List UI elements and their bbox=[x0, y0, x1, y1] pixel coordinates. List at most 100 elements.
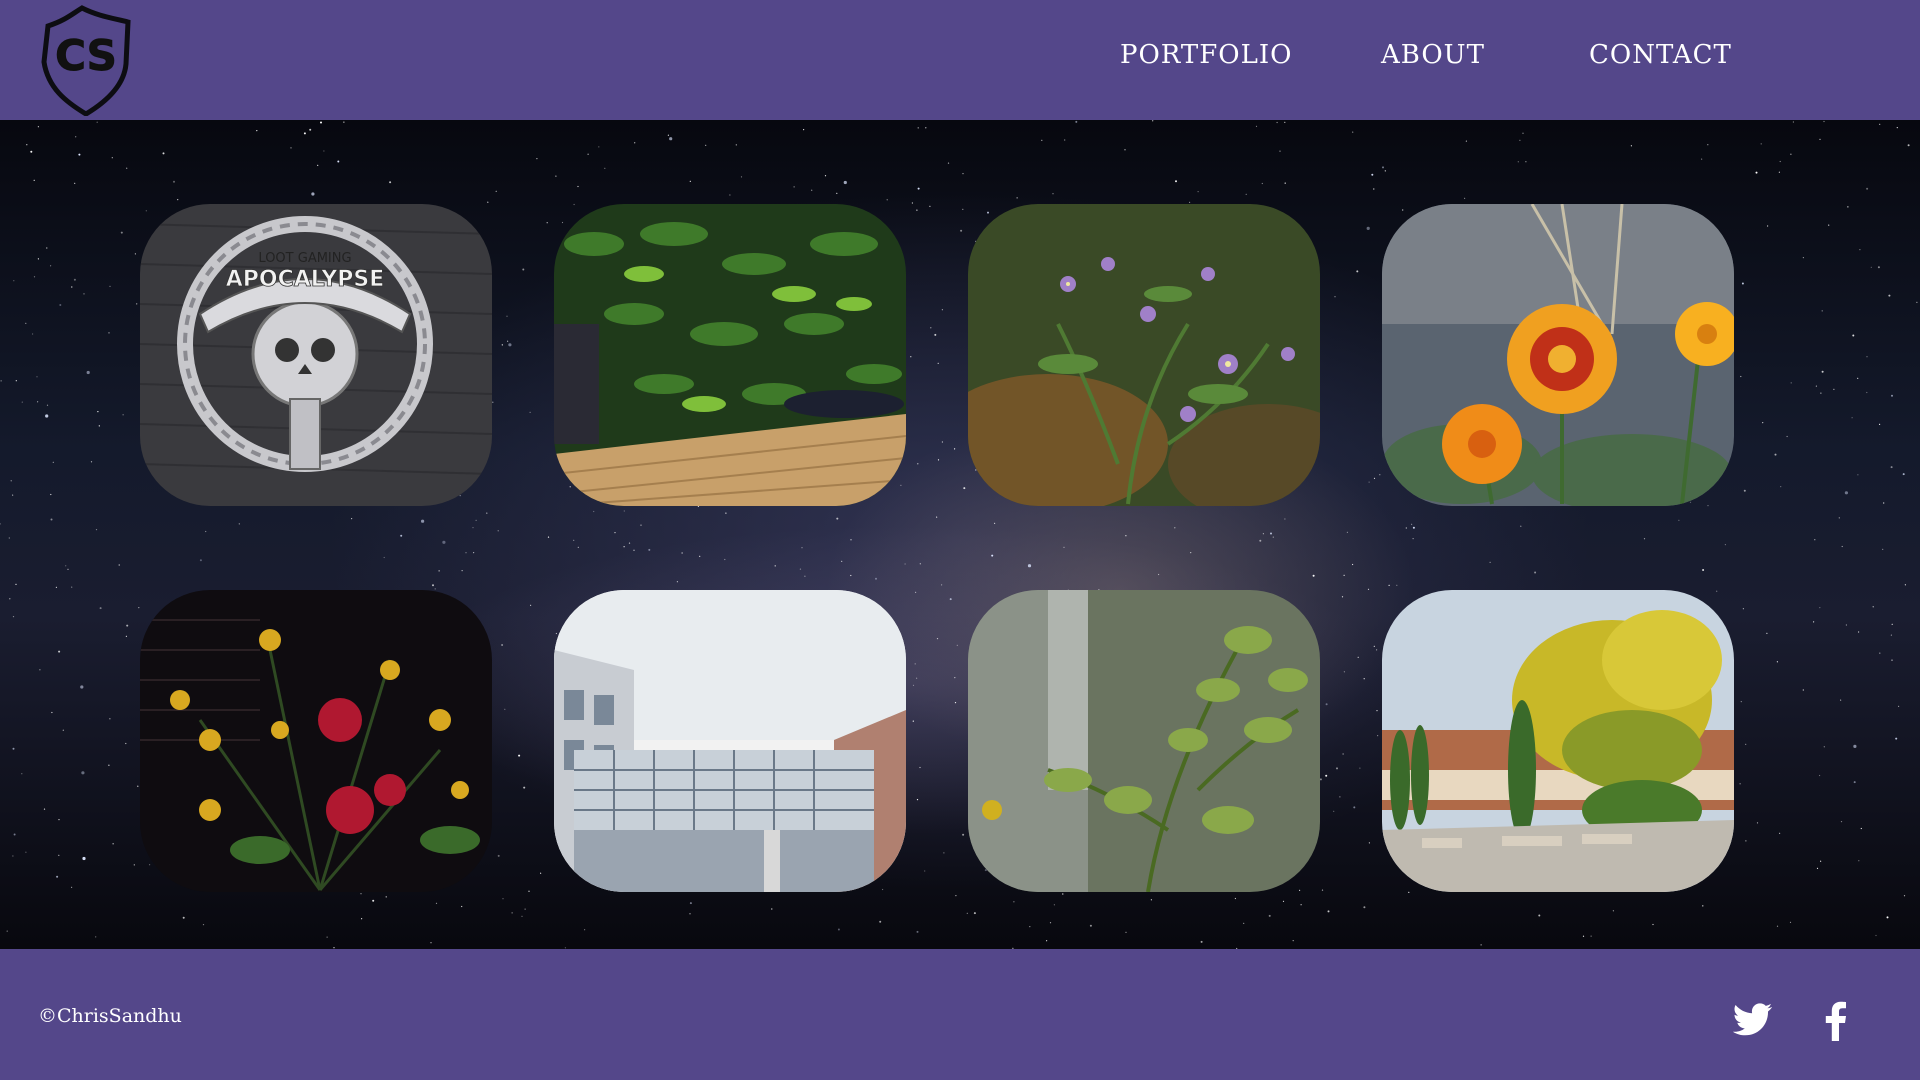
star bbox=[1363, 678, 1365, 680]
star bbox=[361, 918, 363, 920]
star bbox=[1272, 536, 1274, 538]
star bbox=[1125, 535, 1127, 537]
star bbox=[1678, 519, 1680, 521]
star bbox=[1041, 139, 1043, 141]
star bbox=[309, 128, 312, 131]
gallery-tile-skywalk[interactable] bbox=[554, 590, 906, 892]
star bbox=[811, 189, 813, 191]
star bbox=[561, 221, 564, 224]
star bbox=[1821, 310, 1823, 312]
gallery-tile-green-wall[interactable] bbox=[554, 204, 906, 506]
star bbox=[385, 896, 387, 898]
star bbox=[109, 718, 111, 720]
star bbox=[1520, 525, 1522, 527]
gallery-tile-marigolds[interactable] bbox=[1382, 204, 1734, 506]
star bbox=[1860, 827, 1862, 830]
facebook-icon[interactable] bbox=[1812, 997, 1860, 1045]
star bbox=[12, 616, 15, 618]
star bbox=[1745, 840, 1747, 842]
star bbox=[145, 210, 147, 212]
star bbox=[584, 929, 586, 931]
star bbox=[0, 523, 1, 525]
star bbox=[326, 936, 328, 938]
star bbox=[109, 285, 111, 287]
star bbox=[46, 247, 48, 249]
star bbox=[1898, 705, 1900, 708]
star bbox=[634, 142, 636, 144]
star bbox=[963, 487, 966, 490]
star bbox=[37, 258, 40, 260]
star bbox=[1739, 783, 1741, 785]
star bbox=[1027, 564, 1032, 568]
star bbox=[1820, 860, 1822, 862]
star bbox=[1790, 153, 1792, 155]
star bbox=[62, 729, 64, 731]
gallery-tile-green-plant[interactable] bbox=[968, 590, 1320, 892]
star bbox=[1886, 916, 1889, 919]
gallery-tile-night-flowers[interactable] bbox=[140, 590, 492, 892]
star bbox=[991, 554, 994, 557]
star bbox=[1366, 226, 1370, 230]
star bbox=[836, 517, 839, 520]
star bbox=[916, 677, 918, 679]
star bbox=[518, 754, 521, 757]
star bbox=[383, 556, 385, 559]
star bbox=[1200, 940, 1203, 943]
star bbox=[1707, 144, 1709, 146]
cs-shield-logo[interactable]: CS bbox=[36, 4, 140, 117]
star bbox=[1877, 266, 1880, 269]
star bbox=[1891, 623, 1893, 625]
star bbox=[837, 928, 840, 931]
star bbox=[323, 150, 325, 152]
star bbox=[1882, 548, 1884, 550]
star bbox=[803, 129, 805, 131]
star bbox=[1352, 131, 1354, 133]
star bbox=[843, 180, 847, 185]
star bbox=[573, 539, 575, 541]
star bbox=[1582, 935, 1585, 937]
nav-portfolio-link[interactable]: PORTFOLIO bbox=[1120, 40, 1292, 80]
star bbox=[725, 512, 727, 514]
star bbox=[1833, 388, 1835, 390]
marigold-photo bbox=[1382, 204, 1734, 506]
star bbox=[108, 764, 110, 766]
star bbox=[78, 153, 81, 156]
star bbox=[1643, 538, 1646, 540]
star bbox=[882, 888, 884, 891]
star bbox=[12, 747, 15, 750]
star bbox=[676, 581, 679, 583]
star bbox=[1013, 901, 1015, 903]
star bbox=[1879, 123, 1881, 125]
star bbox=[122, 414, 124, 416]
star bbox=[1590, 935, 1592, 937]
gallery-tile-autumn-tree[interactable] bbox=[1382, 590, 1734, 892]
star bbox=[1339, 796, 1341, 798]
gallery-tile-pin[interactable]: LOOT GAMING APOCALYPSE bbox=[140, 204, 492, 506]
star bbox=[1745, 743, 1747, 746]
star bbox=[949, 598, 952, 601]
star bbox=[1652, 923, 1654, 926]
star bbox=[1845, 624, 1847, 626]
star bbox=[1820, 392, 1822, 394]
star bbox=[900, 484, 902, 486]
star bbox=[1870, 266, 1872, 268]
star bbox=[1756, 822, 1759, 824]
star bbox=[912, 684, 915, 687]
star bbox=[604, 167, 606, 169]
star bbox=[497, 530, 499, 532]
nav-contact-link[interactable]: CONTACT bbox=[1589, 40, 1732, 80]
star bbox=[528, 890, 530, 892]
star bbox=[1888, 294, 1891, 297]
star bbox=[30, 150, 33, 153]
star bbox=[912, 720, 914, 722]
star bbox=[824, 175, 827, 177]
gallery-tile-aster-flowers[interactable] bbox=[968, 204, 1320, 506]
star bbox=[648, 548, 651, 551]
twitter-icon[interactable] bbox=[1728, 997, 1776, 1045]
star bbox=[97, 411, 99, 413]
star bbox=[540, 872, 542, 874]
star bbox=[9, 598, 11, 600]
nav-about-link[interactable]: ABOUT bbox=[1381, 40, 1485, 80]
star bbox=[71, 886, 73, 888]
star bbox=[966, 912, 968, 914]
